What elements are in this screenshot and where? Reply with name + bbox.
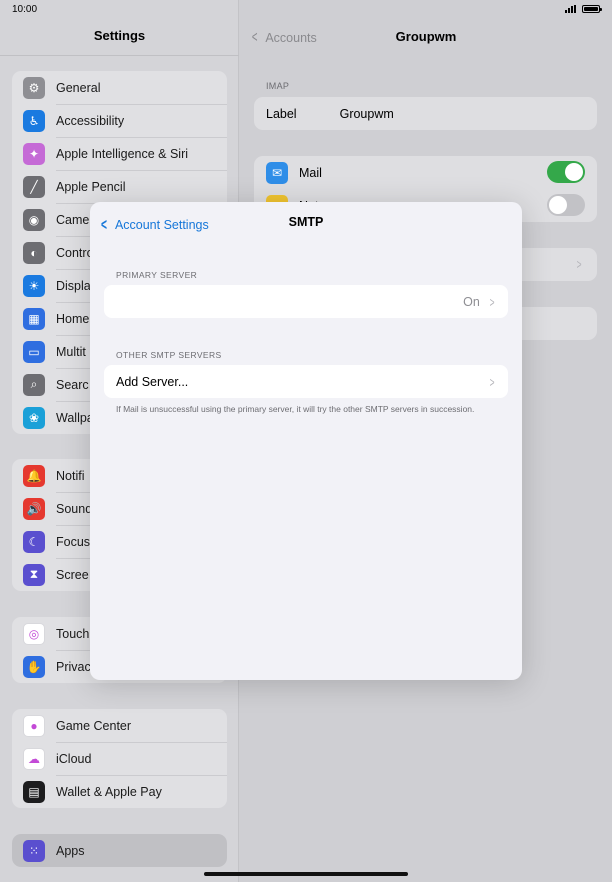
sidebar-item-label: Came — [56, 212, 90, 227]
notes-toggle[interactable] — [547, 194, 585, 216]
control-center-icon: ◐ — [23, 241, 45, 264]
home-indicator — [204, 872, 408, 876]
mail-icon: ✉ — [266, 161, 288, 184]
sidebar-divider — [0, 55, 239, 56]
smtp-modal: < Account Settings SMTP PRIMARY SERVER O… — [90, 202, 522, 680]
screen-time-icon: ⧗ — [23, 563, 45, 586]
sidebar-item-label: Wallpa — [56, 410, 94, 425]
sidebar-item-label: Privac — [56, 659, 91, 674]
notifications-icon: 🔔 — [23, 464, 45, 487]
game-center-icon: ● — [23, 714, 45, 737]
sidebar-item-label: Searc — [56, 377, 89, 392]
sidebar-item-apple-intelligence-siri[interactable]: ✦ Apple Intelligence & Siri — [12, 137, 227, 170]
sound-icon: 🔊 — [23, 497, 45, 520]
camera-icon: ◉ — [23, 208, 45, 231]
chevron-right-icon: > — [489, 293, 495, 310]
cellular-signal-icon — [565, 5, 576, 13]
sidebar-item-wallet-apple-pay[interactable]: ▤ Wallet & Apple Pay — [12, 775, 227, 808]
imap-section-header: IMAP — [266, 81, 290, 91]
add-server-label: Add Server... — [116, 374, 189, 389]
sidebar-item-label: Accessibility — [56, 113, 125, 128]
wallet-icon: ▤ — [23, 780, 45, 803]
sidebar-item-label: Apps — [56, 843, 85, 858]
sidebar-item-label: Displa — [56, 278, 91, 293]
sidebar-item-label: Home — [56, 311, 90, 326]
sidebar-group-apps: ⁙ Apps — [12, 834, 227, 867]
primary-server-row[interactable]: On > — [104, 285, 508, 318]
sidebar-item-label: Apple Intelligence & Siri — [56, 146, 189, 161]
sidebar-item-label: Sound — [56, 501, 93, 516]
icloud-icon: ☁ — [23, 747, 45, 770]
sidebar-item-general[interactable]: ⚙ General — [12, 71, 227, 104]
sidebar-item-apple-pencil[interactable]: ╱ Apple Pencil — [12, 170, 227, 203]
search-icon: ⌕ — [23, 373, 45, 396]
sidebar-item-label: iCloud — [56, 751, 92, 766]
touch-id-icon: ◎ — [23, 622, 45, 645]
sidebar-item-label: Notifi — [56, 468, 85, 483]
label-value: Groupwm — [339, 106, 394, 121]
chevron-right-icon: > — [489, 373, 495, 390]
accessibility-icon: ♿ — [23, 109, 45, 132]
sidebar-item-label: Wallet & Apple Pay — [56, 784, 162, 799]
account-title: Groupwm — [395, 29, 457, 44]
privacy-hand-icon: ✋ — [23, 655, 45, 678]
sidebar-group-services: ● Game Center ☁ iCloud ▤ Wallet & Apple Pay — [12, 709, 227, 808]
sidebar-item-label: Multit — [56, 344, 86, 359]
gear-icon: ⚙ — [23, 76, 45, 99]
primary-server-status: On — [463, 294, 480, 309]
battery-icon — [582, 5, 602, 13]
home-screen-icon: ▦ — [23, 307, 45, 330]
pencil-icon: ╱ — [23, 175, 45, 198]
sidebar-item-label: Scree — [56, 567, 89, 582]
chevron-right-icon: > — [576, 256, 582, 272]
sidebar-item-accessibility[interactable]: ♿ Accessibility — [12, 104, 227, 137]
status-bar: 10:00 — [0, 0, 612, 18]
sidebar-item-label: Apple Pencil — [56, 179, 126, 194]
primary-server-header: PRIMARY SERVER — [116, 270, 198, 280]
multitasking-icon: ▭ — [23, 340, 45, 363]
mail-label: Mail — [299, 165, 322, 180]
brightness-icon: ☀ — [23, 274, 45, 297]
wallpaper-icon: ❀ — [23, 406, 45, 429]
status-icons — [565, 5, 602, 13]
modal-title: SMTP — [288, 215, 324, 229]
sidebar-item-icloud[interactable]: ☁ iCloud — [12, 742, 227, 775]
label-row[interactable]: Label Groupwm — [254, 97, 597, 130]
smtp-footnote: If Mail is unsuccessful using the primar… — [116, 404, 475, 414]
sidebar-item-label: Focus — [56, 534, 91, 549]
status-time: 10:00 — [12, 3, 38, 15]
sidebar-item-apps[interactable]: ⁙ Apps — [12, 834, 227, 867]
sidebar-item-label: General — [56, 80, 101, 95]
sidebar-item-label: Touch — [56, 626, 90, 641]
siri-icon: ✦ — [23, 142, 45, 165]
mail-toggle[interactable] — [547, 161, 585, 183]
mail-row: ✉ Mail — [254, 156, 597, 189]
other-smtp-servers-header: OTHER SMTP SERVERS — [116, 350, 222, 360]
label-key: Label — [266, 106, 297, 121]
sidebar-item-game-center[interactable]: ● Game Center — [12, 709, 227, 742]
sidebar-title: Settings — [93, 28, 146, 43]
add-server-row[interactable]: Add Server... > — [104, 365, 508, 398]
apps-grid-icon: ⁙ — [23, 839, 45, 862]
sidebar-item-label: Contro — [56, 245, 94, 260]
label-card: Label Groupwm — [254, 97, 597, 130]
focus-moon-icon: ☾ — [23, 530, 45, 553]
sidebar-item-label: Game Center — [56, 718, 132, 733]
